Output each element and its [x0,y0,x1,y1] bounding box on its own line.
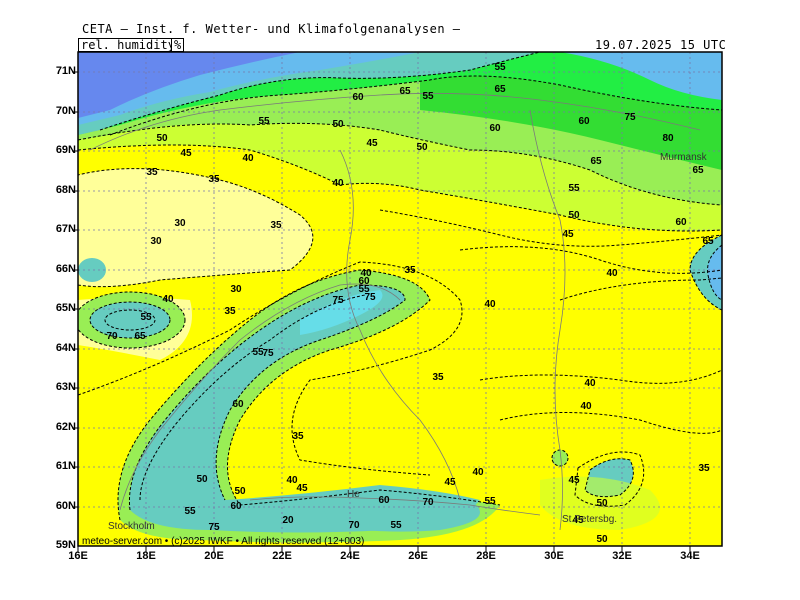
contour-label: 55 [184,506,196,517]
lon-label-24e: 24E [340,550,360,562]
contour-label: 75 [208,522,220,533]
contour-label: 40 [484,299,496,310]
contour-label: 70 [106,331,118,342]
contour-label: 30 [230,284,242,295]
contour-label: 45 [562,229,574,240]
contour-label: 65 [590,156,602,167]
contour-label: 60 [578,116,590,127]
lat-label-63n: 63N [55,381,76,393]
contour-label: 40 [162,294,174,305]
contour-label: 45 [444,477,456,488]
contour-label: 35 [698,463,710,474]
contour-label: 20 [282,515,294,526]
lon-label-28e: 28E [476,550,496,562]
contour-label: 35 [146,167,158,178]
contour-label: 55 [494,62,506,73]
lat-label-71n: 71N [55,65,76,77]
place-st-petersburg: St.Petersbg. [562,514,617,525]
contour-label: 40 [242,153,254,164]
lat-label-68n: 68N [55,184,76,196]
lon-label-22e: 22E [272,550,292,562]
contour-label: 50 [332,119,344,130]
lat-label-69n: 69N [55,144,76,156]
contour-label: 35 [432,372,444,383]
contour-label: 55 [484,496,496,507]
contour-label: 35 [208,174,220,185]
lat-label-67n: 67N [55,223,76,235]
contour-label: 60 [352,92,364,103]
contour-label: 40 [606,268,618,279]
contour-label: 55 [568,183,580,194]
lon-label-26e: 26E [408,550,428,562]
contour-label: 30 [150,236,162,247]
contour-label: 60 [230,501,242,512]
lat-label-65n: 65N [55,302,76,314]
contour-label: 45 [568,475,580,486]
contour-label: 55 [422,91,434,102]
contour-label: 65 [702,236,714,247]
contour-label: 45 [366,138,378,149]
lat-label-61n: 61N [55,460,76,472]
lat-label-64n: 64N [55,342,76,354]
contour-label: 50 [156,133,168,144]
contour-label: 35 [292,431,304,442]
contour-label: 60 [232,399,244,410]
lat-label-60n: 60N [55,500,76,512]
contour-label: 50 [596,534,608,545]
contour-label: 30 [174,218,186,229]
contour-label: 60 [489,123,501,134]
place-helsinki: He [347,489,360,500]
contour-label: 50 [416,142,428,153]
contour-label: 50 [234,486,246,497]
contour-label: 65 [494,84,506,95]
contour-label: 40 [472,467,484,478]
lon-label-32e: 32E [612,550,632,562]
lon-label-34e: 34E [680,550,700,562]
contour-label: 65 [134,331,146,342]
humidity-map: 55 65 60 65 55 50 60 60 75 80 55 50 45 4… [72,51,723,552]
contour-label: 35 [270,220,282,231]
lat-label-70n: 70N [55,105,76,117]
contour-label: 60 [378,495,390,506]
contour-label: 40 [332,178,344,189]
contour-label: 65 [692,165,704,176]
contour-label: 75 [332,295,344,306]
contour-label: 55 [390,520,402,531]
contour-label: 40 [580,401,592,412]
lat-label-62n: 62N [55,421,76,433]
lon-label-18e: 18E [136,550,156,562]
lon-label-30e: 30E [544,550,564,562]
contour-label: 60 [675,217,687,228]
contour-label: 55 [140,312,152,323]
contour-label: 75 [262,348,274,359]
contour-label: 45 [296,483,308,494]
contour-label: 50 [596,498,608,509]
contour-label: 35 [404,265,416,276]
contour-label: 55 [258,116,270,127]
contour-label: 35 [224,306,236,317]
contour-label: 75 [624,112,636,123]
contour-label: 45 [180,148,192,159]
contour-label: 70 [422,497,434,508]
contour-label: 50 [196,474,208,485]
place-murmansk: Murmansk [660,152,708,163]
contour-label: 80 [662,133,674,144]
place-stockholm: Stockholm [108,521,155,532]
contour-label: 75 [364,292,376,303]
lat-label-66n: 66N [55,263,76,275]
contour-label: 40 [584,378,596,389]
lon-label-16e: 16E [68,550,88,562]
contour-label: 65 [399,86,411,97]
contour-label: 70 [348,520,360,531]
contour-label: 50 [568,210,580,221]
lon-label-20e: 20E [204,550,224,562]
